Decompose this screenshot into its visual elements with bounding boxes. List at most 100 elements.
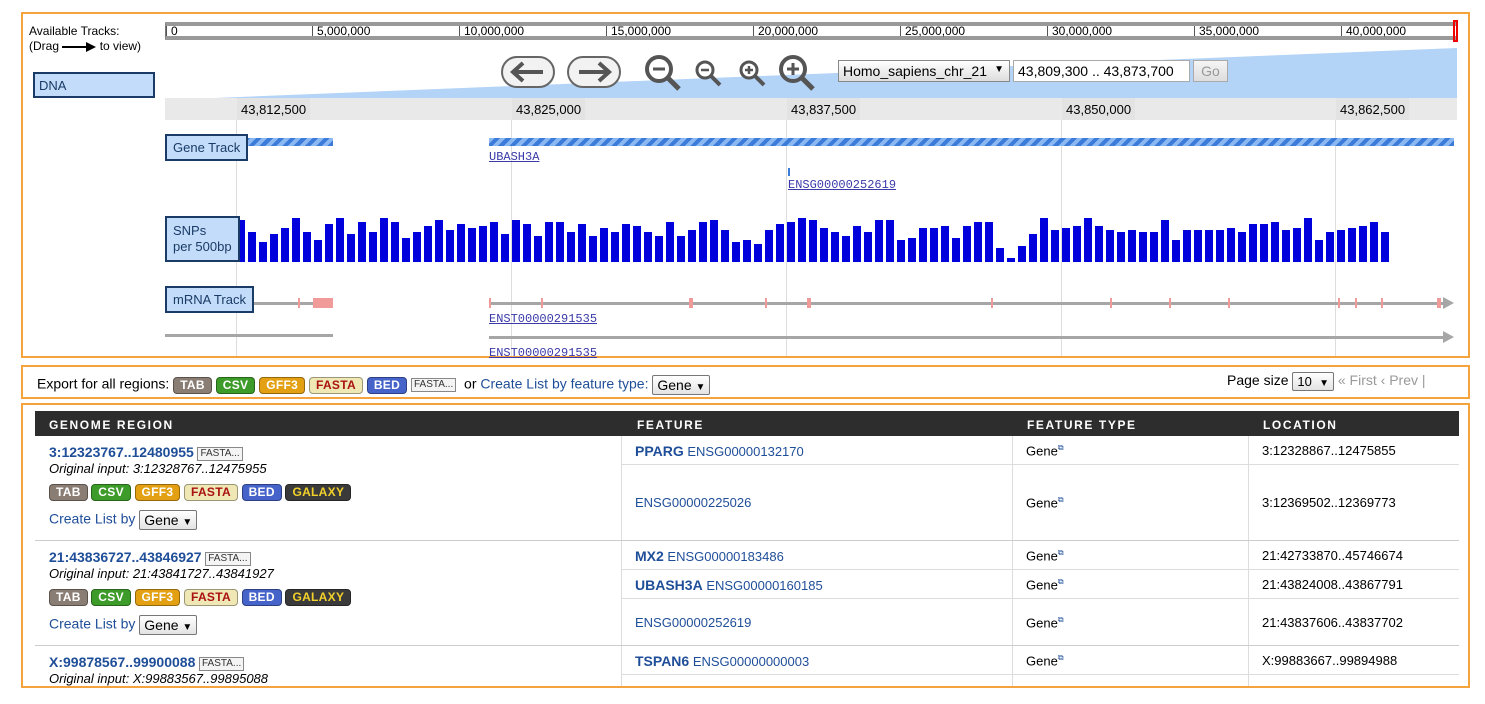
row-bed-button[interactable]: BED <box>241 484 282 502</box>
snp-bar <box>1205 230 1213 262</box>
mrna-exon[interactable] <box>689 298 693 308</box>
chromosome-overview[interactable]: 0 5,000,000 10,000,000 15,000,000 20,000… <box>165 20 1458 42</box>
row-fasta-button[interactable]: FASTA <box>184 484 238 502</box>
feature-id[interactable]: ENSG00000252619 <box>635 615 751 630</box>
dna-track-label[interactable]: DNA <box>33 72 155 98</box>
feature-id[interactable]: ENSG00000132170 <box>687 444 803 459</box>
feature-id[interactable]: ENSG00000160185 <box>706 578 822 593</box>
feature-name[interactable]: UBASH3A <box>635 577 703 593</box>
mrna-exon[interactable] <box>541 298 543 308</box>
row-fasta-button[interactable]: FASTA <box>184 589 238 607</box>
gene-feature-mark[interactable] <box>788 168 790 176</box>
pan-left-icon[interactable] <box>501 56 555 88</box>
feature-name[interactable]: TSPAN6 <box>635 653 689 669</box>
row-tab-button[interactable]: TAB <box>49 484 88 502</box>
gene-feature-bar[interactable] <box>489 138 1454 146</box>
row-galaxy-button[interactable]: GALAXY <box>285 484 352 502</box>
snp-bar <box>1040 218 1048 262</box>
row-gff3-button[interactable]: GFF3 <box>134 589 181 607</box>
region-fasta-button[interactable]: FASTA... <box>197 446 243 461</box>
info-icon[interactable]: ⧉ <box>1058 653 1064 662</box>
feature-id[interactable]: ENSG00000183486 <box>667 549 783 564</box>
row-bed-button[interactable]: BED <box>241 589 282 607</box>
row-tab-button[interactable]: TAB <box>49 589 88 607</box>
create-list-link[interactable]: Create List by <box>49 511 135 527</box>
go-button[interactable]: Go <box>1193 60 1228 82</box>
info-icon[interactable]: ⧉ <box>1058 548 1064 557</box>
region-link[interactable]: 21:43836727..43846927 <box>49 549 202 565</box>
export-tab-button[interactable]: TAB <box>173 376 212 394</box>
location-input[interactable]: 43,809,300 .. 43,873,700 <box>1013 60 1190 82</box>
header-feature-type[interactable]: FEATURE TYPE <box>1027 418 1137 432</box>
mrna-exon[interactable] <box>298 298 300 308</box>
gene-feature-label[interactable]: UBASH3A <box>489 150 539 164</box>
zoom-in-large-icon[interactable] <box>777 54 817 92</box>
feature-name[interactable]: PPARG <box>635 443 684 459</box>
snp-bar <box>281 228 289 262</box>
row-gff3-button[interactable]: GFF3 <box>134 484 181 502</box>
mrna-exon[interactable] <box>991 298 993 308</box>
chromosome-select[interactable]: Homo_sapiens_chr_21 ▼ <box>838 60 1010 82</box>
region-link[interactable]: 3:12323767..12480955 <box>49 444 194 460</box>
mrna-track-label[interactable]: mRNA Track <box>165 286 254 313</box>
mrna-exon[interactable] <box>489 298 491 308</box>
create-list-link[interactable]: Create List by feature type: <box>480 376 648 392</box>
mrna-line[interactable] <box>489 336 1444 339</box>
create-list-link[interactable]: Create List by <box>49 616 135 632</box>
page-size-select[interactable]: 10 ▼ <box>1292 372 1334 391</box>
snp-track-label[interactable]: SNPs per 500bp <box>165 216 240 262</box>
track-area[interactable]: Gene Track UBASH3A ENSG00000252619 SNPs … <box>165 120 1457 360</box>
info-icon[interactable]: ⧉ <box>1058 615 1064 624</box>
header-location[interactable]: LOCATION <box>1263 418 1338 432</box>
export-csv-button[interactable]: CSV <box>215 376 256 394</box>
info-icon[interactable]: ⧉ <box>1058 577 1064 586</box>
header-feature[interactable]: FEATURE <box>637 418 704 432</box>
feature-location: 21:43824008..43867791 <box>1262 577 1403 592</box>
feature-name[interactable]: MX2 <box>635 548 664 564</box>
overview-location-marker[interactable] <box>1453 20 1458 42</box>
mrna-exon[interactable] <box>1338 298 1340 308</box>
mrna-exon[interactable] <box>1437 298 1441 308</box>
mrna-exon[interactable] <box>1110 298 1112 308</box>
mrna-exon[interactable] <box>1169 298 1171 308</box>
first-page-link[interactable]: « First <box>1338 372 1377 388</box>
export-fasta-button[interactable]: FASTA <box>308 376 363 394</box>
mrna-exon[interactable] <box>1381 298 1383 308</box>
export-fasta-options-button[interactable]: FASTA... <box>410 378 457 392</box>
info-icon[interactable]: ⧉ <box>1058 443 1064 452</box>
mrna-exon[interactable] <box>1355 298 1357 308</box>
mrna-exon[interactable] <box>313 298 333 308</box>
zoom-in-small-icon[interactable] <box>737 59 767 89</box>
mrna-line[interactable] <box>489 302 1444 305</box>
gene-track-label[interactable]: Gene Track <box>165 134 249 161</box>
create-list-select[interactable]: Gene ▼ <box>139 615 198 635</box>
mrna-exon[interactable] <box>765 298 767 308</box>
export-gff3-button[interactable]: GFF3 <box>259 376 306 394</box>
mrna-line[interactable] <box>165 334 333 337</box>
region-link[interactable]: X:99878567..99900088 <box>49 654 195 670</box>
region-fasta-button[interactable]: FASTA... <box>198 656 245 671</box>
mrna-feature-label[interactable]: ENST00000291535 <box>489 346 597 360</box>
zoom-out-small-icon[interactable] <box>693 59 723 89</box>
mrna-feature-label[interactable]: ENST00000291535 <box>489 312 597 326</box>
export-bed-button[interactable]: BED <box>366 376 408 394</box>
gene-feature-label[interactable]: ENSG00000252619 <box>788 178 896 192</box>
row-csv-button[interactable]: CSV <box>91 589 131 607</box>
feature-id[interactable]: ENSG00000000003 <box>693 654 809 669</box>
zoom-out-large-icon[interactable] <box>643 54 683 92</box>
region-fasta-button[interactable]: FASTA... <box>205 551 251 566</box>
pan-right-icon[interactable] <box>567 56 621 88</box>
snp-histogram[interactable] <box>165 210 1457 262</box>
header-genome-region[interactable]: GENOME REGION <box>49 418 174 432</box>
mrna-exon[interactable] <box>1228 298 1230 308</box>
info-icon[interactable]: ⧉ <box>1058 495 1064 504</box>
feature-type-select[interactable]: Gene ▼ <box>652 375 711 395</box>
mrna-exon[interactable] <box>807 298 811 308</box>
row-galaxy-button[interactable]: GALAXY <box>285 589 352 607</box>
snp-bar <box>1194 230 1202 262</box>
prev-page-link[interactable]: ‹ Prev <box>1381 372 1418 388</box>
row-csv-button[interactable]: CSV <box>91 484 131 502</box>
create-list-select[interactable]: Gene ▼ <box>139 510 198 530</box>
gene-feature-bar[interactable] <box>245 138 333 146</box>
feature-id[interactable]: ENSG00000225026 <box>635 495 751 510</box>
